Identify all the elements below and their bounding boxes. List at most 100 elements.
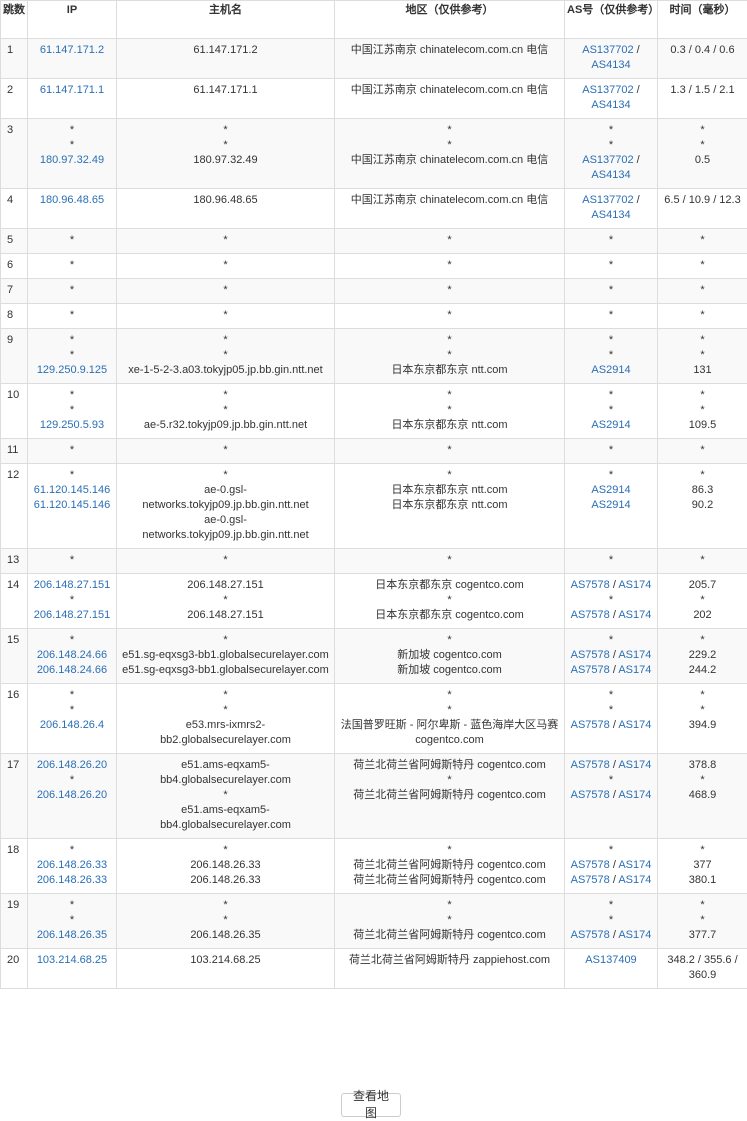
time-cell: 205.7*202: [658, 574, 747, 629]
ip-link[interactable]: 180.97.32.49: [32, 153, 112, 168]
as-link[interactable]: AS2914: [591, 499, 630, 511]
as-link[interactable]: AS2914: [591, 364, 630, 376]
latency-text: 378.8: [662, 758, 743, 773]
host-cell: *: [117, 439, 335, 464]
as-link[interactable]: AS137702: [582, 154, 633, 166]
as-link[interactable]: AS174: [618, 664, 651, 676]
ip-link[interactable]: 206.148.26.33: [32, 873, 112, 888]
ip-link[interactable]: 206.148.26.4: [32, 718, 112, 733]
as-link[interactable]: AS137702: [582, 84, 633, 96]
as-link[interactable]: AS7578: [571, 874, 610, 886]
latency-text: 380.1: [662, 873, 743, 888]
ip-link[interactable]: 61.147.171.2: [32, 43, 112, 58]
ip-link[interactable]: 129.250.9.125: [32, 363, 112, 378]
as-link[interactable]: AS4134: [591, 99, 630, 111]
as-link[interactable]: AS4134: [591, 59, 630, 71]
as-link[interactable]: AS7578: [571, 759, 610, 771]
ip-cell: *: [28, 229, 117, 254]
hostname-text: ae-5.r32.tokyjp09.jp.bb.gin.ntt.net: [121, 418, 330, 433]
ip-link[interactable]: 61.120.145.146: [32, 498, 112, 513]
as-separator: /: [634, 154, 640, 166]
ip-link[interactable]: 206.148.27.151: [32, 608, 112, 623]
ip-link[interactable]: 103.214.68.25: [32, 953, 112, 968]
view-map-button[interactable]: 查看地图: [341, 1093, 401, 1117]
as-list: AS7578 / AS174: [569, 663, 653, 678]
host-cell: **ae-5.r32.tokyjp09.jp.bb.gin.ntt.net: [117, 384, 335, 439]
as-link[interactable]: AS174: [618, 789, 651, 801]
region-cell: *: [335, 439, 565, 464]
hostname-text: ae-0.gsl-networks.tokyjp09.jp.bb.gin.ntt…: [121, 483, 330, 513]
ip-link[interactable]: 129.250.5.93: [32, 418, 112, 433]
region-cell: *: [335, 304, 565, 329]
as-link[interactable]: AS7578: [571, 664, 610, 676]
ip-link[interactable]: 206.148.26.35: [32, 928, 112, 943]
hop-cell: 1: [1, 39, 28, 79]
as-link[interactable]: AS2914: [591, 419, 630, 431]
as-link[interactable]: AS174: [618, 859, 651, 871]
as-link[interactable]: AS7578: [571, 859, 610, 871]
as-link[interactable]: AS137702: [582, 194, 633, 206]
no-reply-marker: *: [32, 308, 112, 323]
no-reply-marker: *: [662, 333, 743, 348]
ip-link[interactable]: 206.148.26.20: [32, 758, 112, 773]
as-cell: *AS2914AS2914: [565, 464, 658, 549]
as-link[interactable]: AS174: [618, 609, 651, 621]
as-link[interactable]: AS174: [618, 759, 651, 771]
ip-link[interactable]: 61.120.145.146: [32, 483, 112, 498]
as-link[interactable]: AS7578: [571, 929, 610, 941]
ip-link[interactable]: 61.147.171.1: [32, 83, 112, 98]
no-reply-marker: *: [32, 468, 112, 483]
ip-link[interactable]: 206.148.26.20: [32, 788, 112, 803]
latency-text: 205.7: [662, 578, 743, 593]
no-reply-marker: *: [32, 138, 112, 153]
as-link[interactable]: AS174: [618, 649, 651, 661]
as-cell: **AS2914: [565, 384, 658, 439]
hostname-text: 206.148.26.33: [121, 858, 330, 873]
ip-cell: **129.250.5.93: [28, 384, 117, 439]
latency-text: 86.3: [662, 483, 743, 498]
ip-link[interactable]: 206.148.24.66: [32, 648, 112, 663]
ip-link[interactable]: 180.96.48.65: [32, 193, 112, 208]
as-link[interactable]: AS137409: [585, 954, 636, 966]
ip-link[interactable]: 206.148.27.151: [32, 578, 112, 593]
table-row: 17206.148.26.20*206.148.26.20e51.ams-eqx…: [1, 754, 747, 839]
ip-link[interactable]: 206.148.26.33: [32, 858, 112, 873]
hop-cell: 5: [1, 229, 28, 254]
as-link[interactable]: AS174: [618, 929, 651, 941]
as-link[interactable]: AS2914: [591, 484, 630, 496]
hop-cell: 11: [1, 439, 28, 464]
no-reply-marker: *: [339, 258, 560, 273]
no-reply-marker: *: [339, 913, 560, 928]
as-link[interactable]: AS137702: [582, 44, 633, 56]
as-link[interactable]: AS4134: [591, 169, 630, 181]
ip-link[interactable]: 206.148.24.66: [32, 663, 112, 678]
as-link[interactable]: AS174: [618, 579, 651, 591]
host-cell: **206.148.26.35: [117, 894, 335, 949]
no-reply-marker: *: [569, 553, 653, 568]
as-list: AS7578 / AS174: [569, 608, 653, 623]
as-link[interactable]: AS7578: [571, 789, 610, 801]
hop-cell: 16: [1, 684, 28, 754]
as-list: AS7578 / AS174: [569, 928, 653, 943]
host-cell: 180.96.48.65: [117, 189, 335, 229]
region-text: 荷兰北荷兰省阿姆斯特丹 cogentco.com: [339, 928, 560, 943]
ip-cell: 206.148.26.20*206.148.26.20: [28, 754, 117, 839]
as-link[interactable]: AS7578: [571, 609, 610, 621]
table-row: 19**206.148.26.35**206.148.26.35**荷兰北荷兰省…: [1, 894, 747, 949]
table-row: 11*****: [1, 439, 747, 464]
ip-cell: **129.250.9.125: [28, 329, 117, 384]
as-link[interactable]: AS7578: [571, 579, 610, 591]
no-reply-marker: *: [121, 913, 330, 928]
hostname-text: 103.214.68.25: [121, 953, 330, 968]
as-link[interactable]: AS174: [618, 719, 651, 731]
no-reply-marker: *: [569, 468, 653, 483]
as-link[interactable]: AS7578: [571, 649, 610, 661]
as-cell: AS7578 / AS174*AS7578 / AS174: [565, 754, 658, 839]
as-link[interactable]: AS174: [618, 874, 651, 886]
time-cell: *229.2244.2: [658, 629, 747, 684]
as-link[interactable]: AS7578: [571, 719, 610, 731]
hostname-text: e51.ams-eqxam5-bb4.globalsecurelayer.com: [121, 803, 330, 833]
region-cell: 荷兰北荷兰省阿姆斯特丹 cogentco.com*荷兰北荷兰省阿姆斯特丹 cog…: [335, 754, 565, 839]
as-cell: AS7578 / AS174*AS7578 / AS174: [565, 574, 658, 629]
as-link[interactable]: AS4134: [591, 209, 630, 221]
